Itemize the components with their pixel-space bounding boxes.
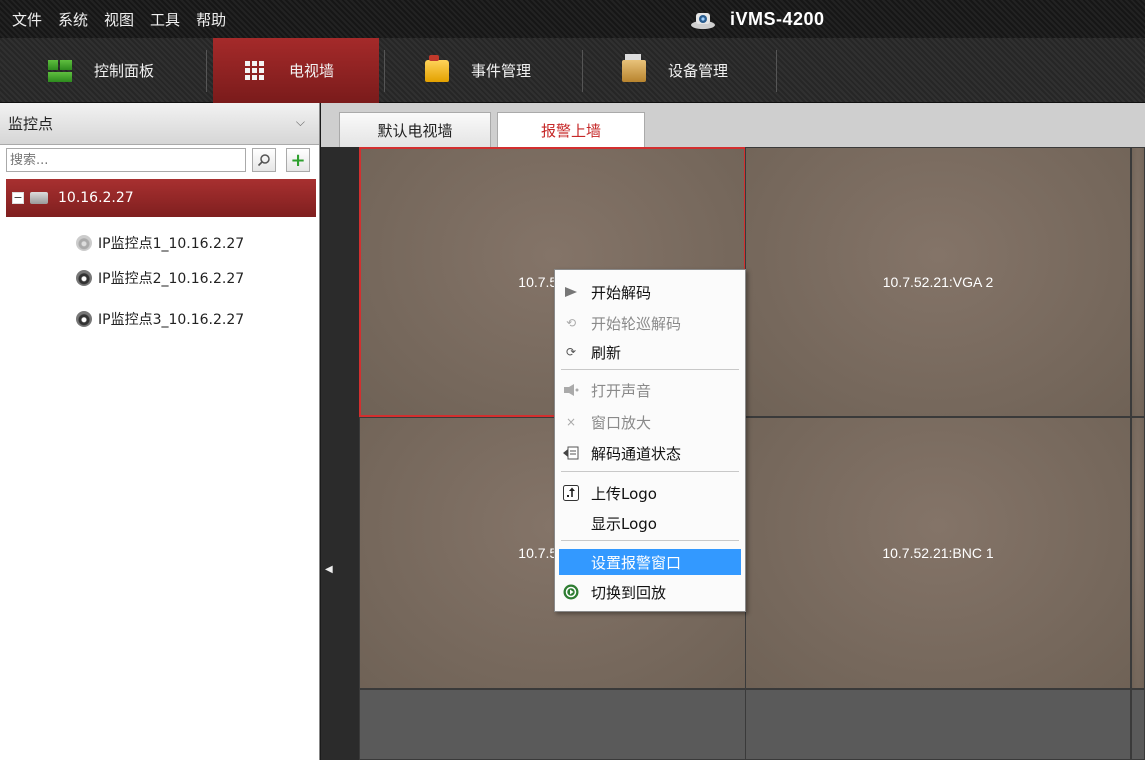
search-input[interactable]: [6, 148, 246, 172]
tab-label: 控制面板: [94, 62, 155, 80]
device-manager-icon: [622, 53, 646, 82]
tab-label: 设备管理: [668, 62, 729, 80]
menu-list: 文件 系统 视图 工具 帮助: [12, 0, 226, 38]
dashboard-icon: [48, 59, 72, 82]
tab-event-management[interactable]: 事件管理: [425, 38, 531, 103]
menu-open-audio[interactable]: 打开声音: [559, 377, 741, 403]
panel-title: 监控点: [8, 115, 54, 133]
tab-divider: [206, 50, 207, 92]
chevron-down-icon[interactable]: ⌵: [296, 115, 305, 130]
menu-start-cycle-decode[interactable]: ⟲ 开始轮巡解码: [559, 310, 741, 336]
cycle-icon: ⟲: [565, 316, 577, 330]
tab-video-wall[interactable]: 电视墙: [213, 38, 379, 103]
tab-device-management[interactable]: 设备管理: [622, 38, 728, 103]
menu-refresh[interactable]: ⟳ 刷新: [559, 339, 741, 365]
menu-item-label: 刷新: [591, 343, 622, 362]
encoder-device-icon: [30, 192, 48, 204]
video-wall-icon: [245, 60, 264, 80]
camera-icon: [76, 311, 92, 327]
window-label: 10.7.52.21:VGA 2: [882, 274, 994, 290]
menu-item-label: 显示Logo: [591, 514, 657, 533]
wall-window-2[interactable]: 10.7.52.21:VGA 2: [745, 147, 1131, 417]
tab-alarm-wall[interactable]: 报警上墙: [497, 112, 645, 147]
menu-item-label: 窗口放大: [591, 413, 652, 432]
tab-control-panel[interactable]: 控制面板: [48, 38, 154, 103]
context-menu: 开始解码 ⟲ 开始轮巡解码 ⟳ 刷新 打开声音 × 窗口放大 解码通道状态 上传…: [554, 269, 746, 612]
menu-item-label: 打开声音: [591, 381, 652, 400]
wall-window-4[interactable]: 10.7.52.21:BNC 1: [745, 417, 1131, 689]
menu-maximize-window[interactable]: × 窗口放大: [559, 409, 741, 435]
wall-window-partial[interactable]: [1131, 147, 1145, 417]
tab-divider: [776, 50, 777, 92]
tree-item-camera-3[interactable]: IP监控点3_10.16.2.27: [76, 301, 244, 337]
panel-collapse-strip[interactable]: ◀: [321, 147, 359, 760]
menu-item-label: 切换到回放: [591, 583, 667, 602]
menu-file[interactable]: 文件: [12, 9, 42, 30]
camera-icon: [76, 270, 92, 286]
playback-icon: [563, 584, 579, 600]
menu-show-logo[interactable]: 显示Logo: [559, 510, 741, 536]
menu-item-label: 开始轮巡解码: [591, 314, 682, 333]
wall-window-partial[interactable]: [1131, 417, 1145, 689]
tree-item-label: IP监控点2_10.16.2.27: [98, 271, 245, 287]
menu-separator: [561, 369, 739, 370]
menu-decode-channel-status[interactable]: 解码通道状态: [559, 440, 741, 466]
menu-separator: [561, 471, 739, 472]
menu-bar: 文件 系统 视图 工具 帮助 iVMS-4200: [0, 0, 1145, 38]
tree-item-camera-2[interactable]: IP监控点2_10.16.2.27: [76, 260, 244, 296]
menu-tools[interactable]: 工具: [150, 9, 180, 30]
camera-logo-icon: [691, 13, 715, 29]
camera-offline-icon: [76, 235, 92, 251]
speaker-icon: [563, 382, 579, 398]
menu-separator: [561, 540, 739, 541]
wall-window-empty[interactable]: [1131, 689, 1145, 760]
status-icon: [563, 445, 579, 461]
collapse-arrow-icon[interactable]: ◀: [325, 564, 333, 575]
app-title: iVMS-4200: [730, 8, 825, 29]
tree-item-label: IP监控点1_10.16.2.27: [98, 236, 245, 252]
menu-set-alarm-window[interactable]: 设置报警窗口: [559, 549, 741, 575]
search-row: +: [0, 145, 319, 175]
panel-header[interactable]: 监控点 ⌵: [0, 103, 319, 145]
tree-item-camera-1[interactable]: IP监控点1_10.16.2.27: [76, 225, 244, 261]
window-label: 10.7.52.21:BNC 1: [882, 545, 994, 561]
tree-item-label: IP监控点3_10.16.2.27: [98, 312, 245, 328]
menu-item-label: 设置报警窗口: [591, 553, 682, 572]
collapse-icon[interactable]: −: [12, 192, 24, 204]
maximize-icon: ×: [565, 415, 577, 429]
video-wall-grid: 10.7.52.2 10.7.52.21:VGA 2 10.7.52.2 10.…: [359, 147, 1145, 760]
tab-label: 电视墙: [289, 62, 335, 80]
refresh-icon: ⟳: [565, 345, 577, 359]
menu-view[interactable]: 视图: [104, 9, 134, 30]
tab-divider: [582, 50, 583, 92]
menu-upload-logo[interactable]: 上传Logo: [559, 480, 741, 506]
menu-system[interactable]: 系统: [58, 9, 88, 30]
menu-item-label: 解码通道状态: [591, 444, 682, 463]
add-icon[interactable]: +: [286, 148, 310, 172]
tree-root-label: 10.16.2.27: [58, 190, 134, 206]
camera-panel: 监控点 ⌵ + − 10.16.2.27 IP监控点1_10.16.2.27 I…: [0, 103, 320, 760]
event-folder-icon: [425, 54, 449, 82]
wall-tab-bar: 默认电视墙 报警上墙: [321, 103, 1145, 147]
menu-help[interactable]: 帮助: [196, 9, 226, 30]
menu-start-decode[interactable]: 开始解码: [559, 279, 741, 305]
play-icon: [563, 284, 579, 300]
main-tab-bar: 控制面板 电视墙 事件管理 设备管理: [0, 38, 1145, 103]
tree-root-device[interactable]: − 10.16.2.27: [6, 179, 316, 217]
wall-window-empty[interactable]: [745, 689, 1131, 760]
tab-label: 事件管理: [471, 62, 532, 80]
tab-default-wall[interactable]: 默认电视墙: [339, 112, 491, 147]
wall-window-empty[interactable]: [359, 689, 746, 760]
app-title-area: iVMS-4200: [690, 0, 825, 38]
menu-item-label: 上传Logo: [591, 484, 657, 503]
menu-item-label: 开始解码: [591, 283, 652, 302]
menu-switch-to-playback[interactable]: 切换到回放: [559, 579, 741, 605]
upload-icon: [563, 485, 579, 501]
search-icon[interactable]: [252, 148, 276, 172]
tab-divider: [384, 50, 385, 92]
